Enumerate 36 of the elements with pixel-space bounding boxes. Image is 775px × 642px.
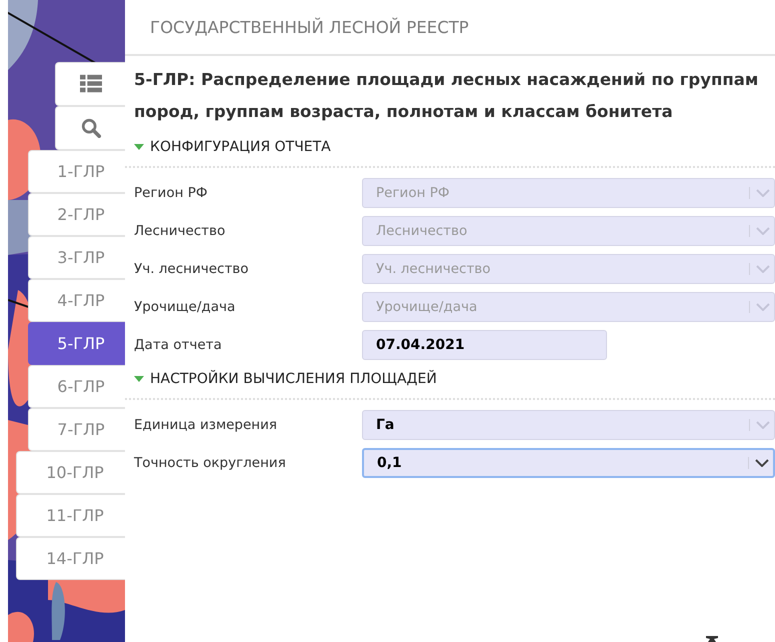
chevron-down-icon [756,421,770,429]
chevron-down-icon [756,227,770,235]
report-title: 5-ГЛР: Распределение площади лесных насаждений по группам пород, группам возраста, полнотам и классам бонитета [134,69,760,123]
field-label: Урочище/дача [134,299,236,315]
section-header[interactable]: КОНФИГУРАЦИЯ ОТЧЕТА [134,132,775,162]
report-tab[interactable]: 11-ГЛР [16,494,125,537]
list-icon [80,74,102,94]
field-label: Единица измерения [134,417,278,433]
field-label: Дата отчета [134,337,223,353]
field-label: Точность округления [134,455,287,471]
search-button[interactable] [55,106,125,150]
chevron-down-icon [755,459,769,467]
chevron-down-icon [756,265,770,273]
report-tab[interactable]: 3-ГЛР [28,236,125,279]
report-tab[interactable]: 2-ГЛР [28,193,125,236]
date-field[interactable]: 07.04.2021 [362,330,607,360]
report-tab[interactable]: 10-ГЛР [16,451,125,494]
field-label: Лесничество [134,223,226,239]
field-label: Регион РФ [134,185,208,201]
report-tab[interactable]: 1-ГЛР [28,150,125,193]
field-label: Уч. лесничество [134,261,250,277]
report-tab[interactable]: 6-ГЛР [28,365,125,408]
marker-icon [705,636,719,642]
triangle-icon [134,374,144,384]
chevron-down-icon [756,189,770,197]
app-title: ГОСУДАРСТВЕННЫЙ ЛЕСНОЙ РЕЕСТР [150,18,469,36]
report-tab[interactable]: 4-ГЛР [28,279,125,322]
triangle-icon [134,142,144,152]
report-tab[interactable]: 14-ГЛР [16,537,125,580]
dropdown-field[interactable]: 0,1 [362,448,775,478]
chevron-down-icon [756,303,770,311]
report-tab[interactable]: 5-ГЛР [28,322,125,365]
list-view-button[interactable] [55,62,125,106]
report-tab[interactable]: 7-ГЛР [28,408,125,451]
search-icon [80,118,102,138]
section-header[interactable]: НАСТРОЙКИ ВЫЧИСЛЕНИЯ ПЛОЩАДЕЙ [134,364,775,394]
